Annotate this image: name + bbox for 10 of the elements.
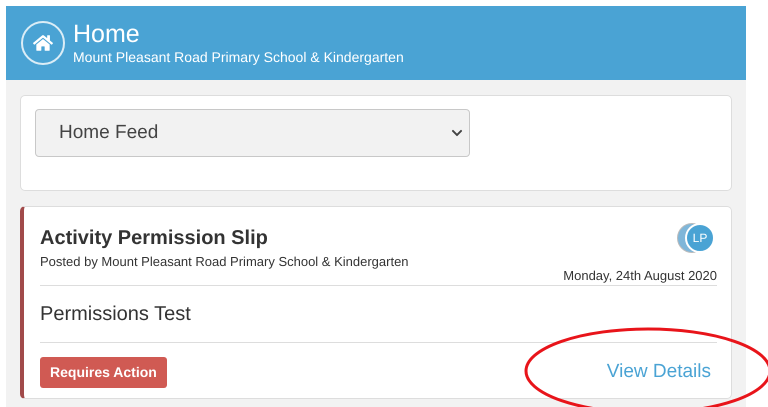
post-date: Monday, 24th August 2020: [563, 268, 717, 284]
post-body: Permissions Test: [40, 302, 192, 326]
school-name: Mount Pleasant Road Primary School & Kindergarten: [73, 48, 404, 66]
status-badge: Requires Action: [40, 357, 167, 388]
chevron-down-icon: [451, 127, 463, 139]
post-title: Activity Permission Slip: [40, 226, 269, 251]
home-icon[interactable]: [21, 21, 65, 65]
posted-by-text: Posted by Mount Pleasant Road Primary School & Kindergarten: [40, 253, 409, 271]
page-title: Home: [73, 20, 141, 48]
feed-select[interactable]: Home Feed: [35, 109, 470, 157]
